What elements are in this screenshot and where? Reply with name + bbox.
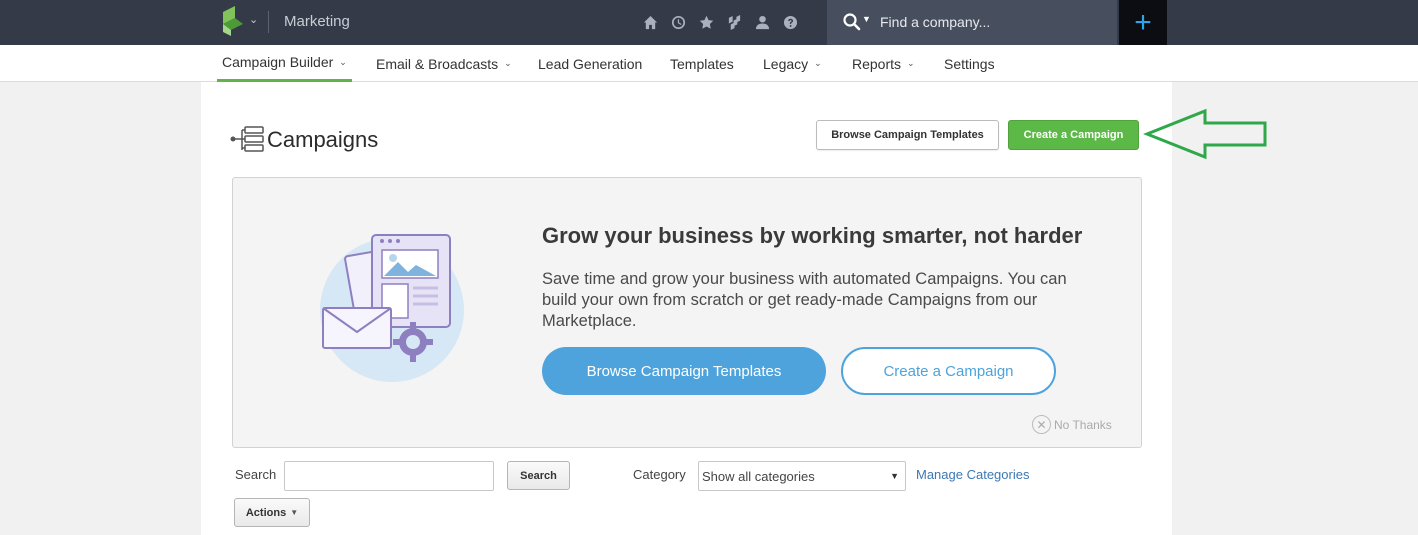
nav-email-broadcasts[interactable]: Email & Broadcasts ⌄ [376,45,512,82]
nav-item-label: Templates [670,55,734,72]
add-new-button[interactable]: + [1119,0,1167,45]
topbar-left-fill [0,0,201,45]
dismiss-label: No Thanks [1054,417,1112,432]
actions-label: Actions [245,506,287,519]
apps-icon[interactable] [724,12,744,32]
company-search-input[interactable] [880,9,1105,35]
top-bar [201,0,1418,45]
nav-campaign-builder[interactable]: Campaign Builder ⌄ [217,45,352,82]
dropdown-arrow-icon: ▼ [890,471,899,481]
search-icon[interactable] [842,12,862,32]
app-title: Marketing [284,13,350,30]
chevron-down-icon: ⌄ [339,56,347,67]
app-logo-icon[interactable] [221,6,243,36]
nav-item-label: Settings [944,55,995,72]
category-selected-value: Show all categories [702,468,815,484]
person-icon[interactable] [752,12,772,32]
header-icon-group [640,12,800,32]
actions-button[interactable]: Actions ▼ [234,498,310,527]
create-campaign-button[interactable]: Create a Campaign [1008,120,1139,150]
app-switcher-chevron-icon[interactable]: ⌄ [249,13,258,26]
main-nav: Campaign Builder ⌄ Email & Broadcasts ⌄ … [0,45,1418,82]
header-divider [268,11,269,33]
category-select[interactable]: Show all categories ▼ [698,461,906,491]
nav-item-label: Campaign Builder [222,54,334,70]
promo-browse-templates-button[interactable]: Browse Campaign Templates [542,347,826,395]
nav-legacy[interactable]: Legacy ⌄ [763,45,822,82]
category-label: Category [633,467,686,482]
promo-description: Save time and grow your business with au… [542,270,1067,330]
chevron-down-icon: ⌄ [504,58,512,68]
chevron-down-icon: ⌄ [814,58,822,68]
campaign-search-input[interactable] [284,461,494,491]
page-title: Campaigns [267,127,379,152]
nav-settings[interactable]: Settings [944,45,995,82]
campaign-illustration-icon [320,234,464,382]
promo-heading: Grow your business by working smarter, n… [542,223,1083,248]
search-scope-caret-icon[interactable]: ▼ [862,14,871,24]
nav-item-label: Legacy [763,55,809,72]
nav-reports[interactable]: Reports ⌄ [852,45,915,82]
nav-lead-generation[interactable]: Lead Generation [538,45,642,82]
search-button[interactable]: Search [507,461,570,490]
chevron-down-icon: ⌄ [907,58,915,68]
nav-templates[interactable]: Templates [670,45,734,82]
search-label: Search [235,467,277,482]
close-icon: ✕ [1032,415,1051,434]
star-icon[interactable] [696,12,716,32]
dropdown-arrow-icon: ▼ [290,508,299,517]
annotation-arrow-icon [1143,108,1267,160]
manage-categories-link[interactable]: Manage Categories [916,467,1029,482]
campaign-flow-icon [230,126,264,152]
nav-item-label: Lead Generation [538,55,643,72]
browse-campaign-templates-button[interactable]: Browse Campaign Templates [816,120,999,150]
nav-item-label: Reports [852,55,902,72]
help-icon[interactable] [780,12,800,32]
clock-icon[interactable] [668,12,688,32]
home-icon[interactable] [640,12,660,32]
nav-item-label: Email & Broadcasts [376,55,499,72]
dismiss-promo-link[interactable]: ✕ No Thanks [1032,415,1112,434]
promo-create-campaign-button[interactable]: Create a Campaign [841,347,1056,395]
